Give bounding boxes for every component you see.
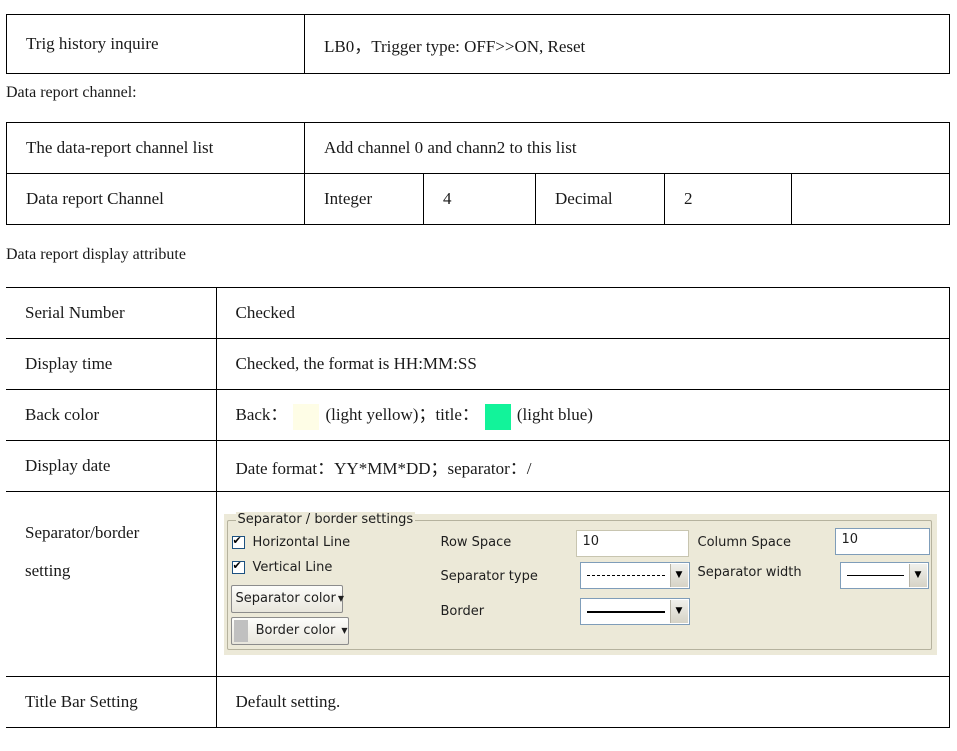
chevron-down-icon: ▼ <box>669 599 688 623</box>
vertical-line-label: Vertical Line <box>252 559 333 575</box>
table-row: Trig history inquire LB0，Trigger type: O… <box>6 14 950 74</box>
back-prefix: Back： <box>235 405 288 425</box>
horizontal-line-label: Horizontal Line <box>252 534 351 550</box>
row-space-label: Row Space <box>440 534 512 550</box>
separator-border-groupbox: Separator / border settings Horizontal L… <box>226 511 932 650</box>
border-select[interactable]: ▼ <box>579 597 690 625</box>
table-row: Data report Channel Integer 4 Decimal 2 <box>6 173 951 225</box>
separator-border-label-line1: Separator/border <box>25 523 140 542</box>
separator-color-label: Separator color <box>235 591 336 606</box>
display-caption: Data report display attribute <box>6 246 186 263</box>
channel-caption: Data report channel: <box>6 84 137 101</box>
table-row: Display time Checked, the format is HH:M… <box>6 338 950 390</box>
chevron-down-icon: ▼ <box>908 563 927 587</box>
column-space-input[interactable]: 10 <box>834 527 930 555</box>
dashed-line-preview <box>586 574 665 576</box>
horizontal-line-checkbox[interactable]: Horizontal Line <box>231 534 351 550</box>
dropdown-arrow-icon: ▼ <box>341 626 348 635</box>
display-time-label: Display time <box>6 338 217 390</box>
display-date-value: Date format：YY*MM*DD；separator：/ <box>215 440 950 492</box>
trig-history-value: LB0，Trigger type: OFF>>ON, Reset <box>304 14 950 74</box>
integer-label: Integer <box>304 173 424 225</box>
display-attribute-table: Serial Number Checked Display time Check… <box>6 287 950 728</box>
separator-color-button[interactable]: Separator color ▼ <box>230 584 344 613</box>
table-row: Title Bar Setting Default setting. <box>6 676 950 728</box>
channel-list-value: Add channel 0 and chann2 to this list <box>303 122 951 174</box>
row-space-input[interactable]: 10 <box>575 529 689 557</box>
separator-type-label: Separator type <box>440 568 538 584</box>
dropdown-arrow-icon: ▼ <box>337 594 344 603</box>
border-label: Border <box>440 603 485 619</box>
table-row: The data-report channel list Add channel… <box>6 122 951 174</box>
groupbox-legend: Separator / border settings <box>235 511 416 527</box>
back-note: (light yellow)；title： <box>325 405 479 425</box>
channel-label: Data report Channel <box>6 173 305 225</box>
separator-border-label-line2: setting <box>25 561 71 580</box>
back-color-label: Back color <box>6 389 217 441</box>
thick-line-preview <box>586 610 665 613</box>
border-color-swatch <box>233 619 248 642</box>
channel-list-label: The data-report channel list <box>6 122 305 174</box>
separator-border-dialog: Separator / border settings Horizontal L… <box>223 511 937 655</box>
decimal-value: 2 <box>664 173 792 225</box>
display-date-label: Display date <box>6 440 217 492</box>
title-bar-label: Title Bar Setting <box>6 676 217 728</box>
title-note: (light blue) <box>516 405 593 425</box>
border-color-label: Border color <box>255 623 336 638</box>
back-color-value: Back： (light yellow)；title： (light blue) <box>215 389 950 441</box>
table-row: Serial Number Checked <box>6 287 950 339</box>
display-time-value: Checked, the format is HH:MM:SS <box>215 338 950 390</box>
thin-line-preview <box>846 574 904 576</box>
column-space-label: Column Space <box>697 534 792 550</box>
border-color-button[interactable]: Border color ▼ <box>230 616 349 645</box>
channel-table: The data-report channel list Add channel… <box>6 122 951 225</box>
separator-type-select[interactable]: ▼ <box>579 561 690 589</box>
separator-width-label: Separator width <box>697 564 802 580</box>
table-row: Back color Back： (light yellow)；title： (li… <box>6 389 950 441</box>
table-row: Display date Date format：YY*MM*DD；separa… <box>6 440 950 492</box>
integer-value: 4 <box>423 173 536 225</box>
serial-number-value: Checked <box>215 287 950 339</box>
decimal-label: Decimal <box>535 173 665 225</box>
trig-history-label: Trig history inquire <box>6 14 305 74</box>
table-row: Separator/border setting Separator / bor… <box>6 491 950 677</box>
separator-width-select[interactable]: ▼ <box>839 561 929 589</box>
serial-number-label: Serial Number <box>6 287 217 339</box>
chevron-down-icon: ▼ <box>669 563 688 587</box>
separator-border-label: Separator/border setting <box>6 491 217 677</box>
vertical-line-checkbox[interactable]: Vertical Line <box>231 559 333 575</box>
back-color-swatch <box>293 403 320 430</box>
checkbox-checked-icon <box>231 534 245 549</box>
title-color-swatch <box>484 403 511 430</box>
checkbox-checked-icon <box>231 559 245 574</box>
separator-border-cell: Separator / border settings Horizontal L… <box>215 491 950 677</box>
empty-cell <box>790 173 951 225</box>
title-bar-value: Default setting. <box>215 676 950 728</box>
trig-history-table: Trig history inquire LB0，Trigger type: O… <box>6 14 950 74</box>
